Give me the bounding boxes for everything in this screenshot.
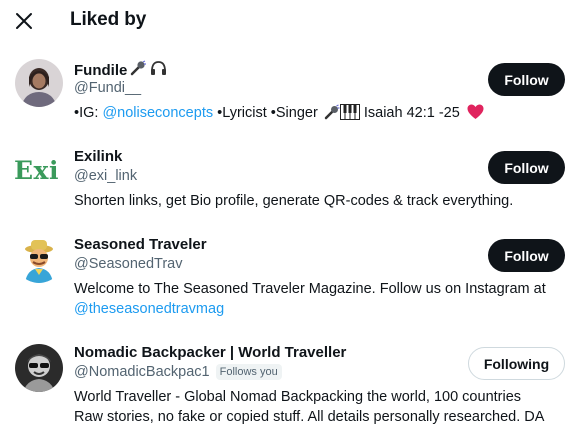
user-bio: Shorten links, get Bio profile, generate… [74,193,514,209]
microphone-icon [324,104,340,120]
header: Liked by [0,0,579,40]
user-name[interactable]: Seasoned Traveler [74,236,207,253]
exilink-logo: Exi [14,156,59,185]
bio-mention-link[interactable]: @noliseconcepts [102,105,213,121]
avatar[interactable] [15,344,63,392]
user-handle: @SeasonedTrav [74,256,183,272]
page-title: Liked by [70,9,147,30]
microphone-icon [130,60,147,80]
piano-icon [339,104,360,120]
heart-icon [467,104,484,120]
headphones-icon [150,60,167,80]
user-name[interactable]: Exilink [74,148,122,165]
user-bio: World Traveller - Global Nomad Backpacki… [74,389,545,425]
follow-button[interactable]: Follow [488,151,565,184]
user-name[interactable]: Fundile [74,60,167,80]
user-bio: •IG: @noliseconcepts •Lyricist •Singer I… [74,103,564,123]
follows-you-badge: Follows you [215,364,282,380]
user-handle: @NomadicBackpac1 Follows you [74,364,282,380]
user-handle: @Fundi__ [74,80,142,96]
follow-button[interactable]: Follow [488,239,565,272]
avatar[interactable] [15,235,63,283]
follow-button[interactable]: Follow [488,63,565,96]
user-bio: Welcome to The Seasoned Traveler Magazin… [74,279,564,319]
close-icon[interactable] [13,10,35,32]
bio-mention-link[interactable]: @theseasonedtravmag [74,299,564,319]
user-name[interactable]: Nomadic Backpacker | World Traveller [74,344,346,361]
following-button[interactable]: Following [468,347,565,380]
avatar[interactable] [15,59,63,107]
user-handle: @exi_link [74,168,138,184]
avatar[interactable]: Exi [14,147,63,195]
